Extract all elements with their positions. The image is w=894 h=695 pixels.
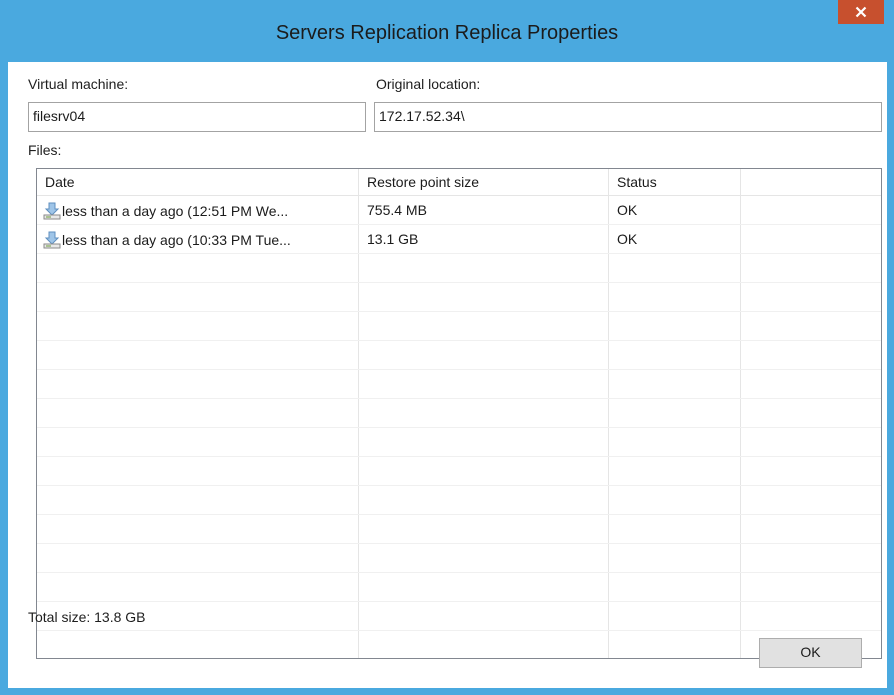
restore-point-icon — [43, 202, 61, 220]
table-row[interactable]: less than a day ago (10:33 PM Tue... 13.… — [37, 225, 881, 254]
dialog-content: Virtual machine: filesrv04 Original loca… — [8, 62, 887, 688]
restore-point-icon — [43, 231, 61, 249]
empty-row — [37, 399, 881, 428]
empty-row — [37, 283, 881, 312]
size-cell: 13.1 GB — [367, 231, 419, 247]
empty-row — [37, 312, 881, 341]
column-header-date[interactable]: Date — [37, 169, 359, 195]
empty-row — [37, 515, 881, 544]
status-cell: OK — [617, 231, 638, 247]
window-title: Servers Replication Replica Properties — [275, 22, 619, 44]
total-size-label: Total size: 13.8 GB — [28, 609, 146, 625]
date-text: less than a day ago (12:51 PM We... — [62, 203, 289, 219]
list-header: Date Restore point size Status — [37, 169, 881, 196]
empty-row — [37, 428, 881, 457]
close-button[interactable] — [838, 0, 884, 24]
empty-row — [37, 370, 881, 399]
list-rows: less than a day ago (12:51 PM We... 755.… — [37, 196, 881, 658]
empty-row — [37, 602, 881, 631]
column-header-size[interactable]: Restore point size — [359, 169, 609, 195]
location-label: Original location: — [376, 76, 481, 92]
vm-name-field[interactable]: filesrv04 — [28, 102, 366, 132]
ok-button[interactable]: OK — [759, 638, 862, 668]
location-field[interactable]: 172.17.52.34\ — [374, 102, 882, 132]
close-icon — [855, 6, 867, 18]
window-frame-bottom — [0, 688, 894, 695]
empty-row — [37, 573, 881, 602]
empty-row — [37, 457, 881, 486]
empty-row — [37, 486, 881, 515]
date-text: less than a day ago (10:33 PM Tue... — [62, 232, 291, 248]
date-cell: less than a day ago (12:51 PM We... — [37, 196, 359, 225]
empty-row — [37, 254, 881, 283]
dialog-window: Servers Replication Replica Properties V… — [0, 0, 894, 695]
size-cell: 755.4 MB — [367, 202, 427, 218]
empty-row — [37, 341, 881, 370]
files-list[interactable]: Date Restore point size Status less than… — [36, 168, 882, 659]
status-cell: OK — [617, 202, 638, 218]
vm-label: Virtual machine: — [28, 76, 129, 92]
files-label: Files: — [28, 142, 62, 158]
date-cell: less than a day ago (10:33 PM Tue... — [37, 225, 359, 254]
empty-row — [37, 631, 881, 658]
table-row[interactable]: less than a day ago (12:51 PM We... 755.… — [37, 196, 881, 225]
empty-row — [37, 544, 881, 573]
column-header-status[interactable]: Status — [609, 169, 741, 195]
title-bar[interactable]: Servers Replication Replica Properties — [0, 0, 894, 62]
